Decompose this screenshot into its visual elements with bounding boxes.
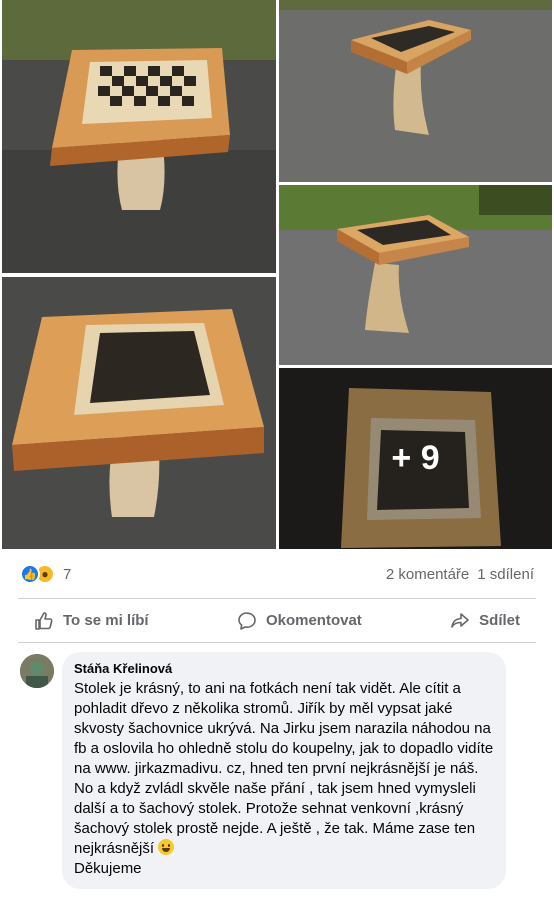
photo-5[interactable]: + 9 [279, 368, 552, 549]
comment-button[interactable]: Okomentovat [237, 611, 362, 631]
share-icon [451, 612, 469, 628]
photo-gallery: + 9 [0, 0, 554, 551]
reactions-summary[interactable]: 👍 ● 7 [20, 564, 71, 584]
like-button[interactable]: To se mi líbí [34, 611, 149, 631]
chess-table-photo [279, 185, 552, 365]
photo-1[interactable] [2, 0, 276, 273]
comment-count[interactable]: 2 komentáře [386, 566, 469, 583]
comment-author[interactable]: Stáňa Křelinová [74, 660, 494, 677]
photo-3[interactable] [279, 185, 552, 365]
chess-table-photo [2, 277, 276, 549]
photo-2[interactable] [279, 0, 552, 182]
divider [18, 642, 536, 643]
smile-emoji-icon [158, 839, 175, 855]
comment-icon [238, 611, 256, 630]
avatar[interactable] [20, 654, 54, 688]
comment-bubble: Stáňa Křelinová Stolek je krásný, to ani… [62, 652, 506, 889]
comment-text: Stolek je krásný, to ani na fotkách není… [74, 679, 494, 879]
more-photos-overlay[interactable]: + 9 [279, 368, 552, 549]
post-stats: 👍 ● 7 2 komentáře 1 sdílení [0, 551, 554, 597]
chess-table-photo [279, 0, 552, 182]
share-button[interactable]: Sdílet [450, 611, 520, 631]
comment-body: Stolek je krásný, to ani na fotkách není… [74, 680, 494, 857]
reaction-count[interactable]: 7 [63, 566, 71, 583]
chess-table-photo [2, 0, 276, 273]
comment-closing: Děkujeme [74, 860, 142, 877]
thumbs-up-icon [35, 611, 53, 630]
like-reaction-icon: 👍 [20, 564, 40, 584]
post-actions: To se mi líbí Okomentovat Sdílet [18, 599, 536, 642]
share-button-label: Sdílet [479, 612, 520, 629]
like-button-label: To se mi líbí [63, 612, 149, 629]
comment-button-label: Okomentovat [265, 612, 362, 629]
avatar-image [20, 654, 54, 688]
photo-4[interactable] [2, 277, 276, 549]
share-count[interactable]: 1 sdílení [477, 566, 534, 583]
